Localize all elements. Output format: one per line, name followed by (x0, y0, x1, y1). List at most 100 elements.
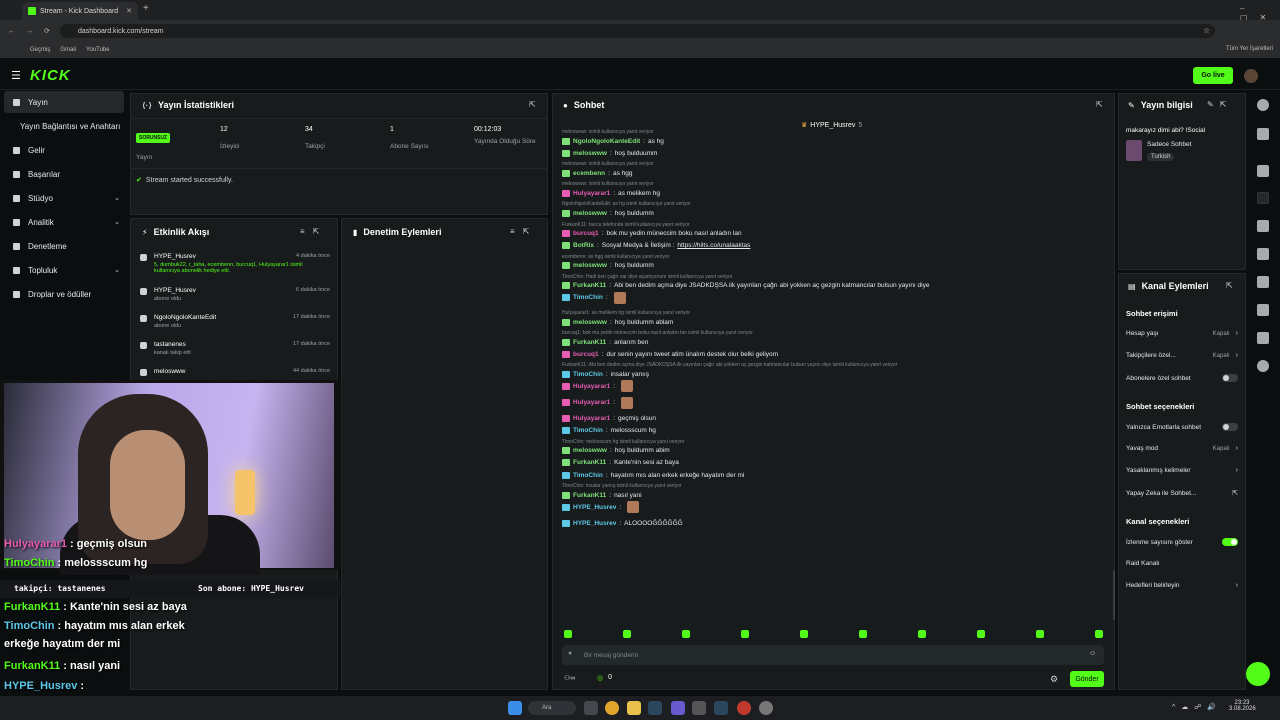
popout-icon[interactable]: ⇱ (529, 100, 536, 109)
document-icon[interactable] (1257, 304, 1269, 316)
chat-username[interactable]: BotRix (573, 242, 594, 249)
settings-icon[interactable] (759, 701, 773, 715)
bookmark-star-icon[interactable]: ☆ (1203, 26, 1210, 35)
new-tab-button[interactable]: + (143, 3, 149, 14)
move-icon[interactable] (1257, 165, 1269, 177)
bookmark-gmail[interactable]: Gmail (60, 47, 76, 53)
chat-users-icon[interactable]: ⚇∞ (564, 674, 575, 682)
emote-icon[interactable] (977, 630, 985, 638)
chat-username[interactable]: FurkanK11 (573, 282, 606, 289)
sidebar-item-stream-key[interactable]: Yayın Bağlantısı ve Anahtarı (4, 115, 124, 137)
emote-icon[interactable] (741, 630, 749, 638)
moderation-icon[interactable] (1257, 220, 1269, 232)
toggle-switch[interactable] (1222, 423, 1238, 431)
steam-icon[interactable] (714, 701, 728, 715)
emoji-icon[interactable]: ☺ (1089, 650, 1096, 657)
taskbar-search[interactable]: Ara (528, 701, 576, 715)
toggle-switch[interactable] (1222, 538, 1238, 546)
event-feed-actions[interactable]: ≡⇱ (300, 227, 327, 236)
channel-action-row[interactable]: Hedefleri belirleyin › (1126, 582, 1238, 589)
chat-username[interactable]: Hulyayarar1 (573, 383, 610, 390)
app-icon[interactable] (671, 701, 685, 715)
chat-scrollbar[interactable] (1113, 570, 1115, 620)
chat-username[interactable]: meloswww (573, 150, 607, 157)
sidebar-item-droplar[interactable]: Droplar ve ödüller (4, 283, 124, 305)
chat-icon[interactable] (1257, 248, 1269, 260)
menu-icon[interactable]: ☰ (11, 69, 21, 82)
chat-username[interactable]: TimoChin (573, 472, 603, 479)
chat-username[interactable]: FurkanK11 (573, 339, 606, 346)
chat-username[interactable]: burcuq1 (573, 351, 599, 358)
help-chat-icon[interactable] (1246, 662, 1270, 686)
channel-action-row[interactable]: Yapay Zeka ile Sohbet... ⇱ (1126, 489, 1238, 498)
sidebar-item-topluluk[interactable]: Topluluk ⌄ (4, 259, 124, 281)
chat-username[interactable]: FurkanK11 (573, 459, 606, 466)
sidebar-item-gelir[interactable]: Gelir (4, 139, 124, 161)
moderation-actions[interactable]: ≡⇱ (510, 227, 537, 236)
chat-username[interactable]: ecembenn (573, 170, 605, 177)
go-live-button[interactable]: Go live (1193, 67, 1233, 84)
channel-action-row[interactable]: Yavaş mod Kapalı › (1126, 445, 1238, 452)
sidebar-item-studyo[interactable]: Stüdyo ⌄ (4, 187, 124, 209)
chat-username[interactable]: Hulyayarar1 (573, 399, 610, 406)
channel-points[interactable]: ◎ 0 (597, 674, 612, 682)
browser-tab[interactable]: Stream - Kick Dashboard ✕ (22, 2, 138, 20)
chat-username[interactable]: TimoChin (573, 371, 603, 378)
toggle-switch[interactable] (1222, 374, 1238, 382)
chat-username[interactable]: TimoChin (573, 294, 603, 301)
obs-icon[interactable] (737, 701, 751, 715)
app-icon[interactable] (692, 701, 706, 715)
stream-info-actions[interactable]: ✎⇱ (1207, 100, 1232, 109)
emote-icon[interactable] (800, 630, 808, 638)
chat-link[interactable]: https://hilts.co/unalaaktas (677, 242, 750, 249)
all-bookmarks[interactable]: Tüm Yer İşaretleri (1226, 46, 1273, 52)
task-view-icon[interactable] (584, 701, 598, 715)
channel-action-row[interactable]: Abonelere özel sohbet (1126, 374, 1238, 382)
chat-username[interactable]: HYPE_Husrev (573, 520, 616, 527)
kick-logo[interactable]: KICK (30, 67, 71, 84)
popout-icon[interactable]: ⇱ (1096, 100, 1103, 109)
system-tray-icons[interactable]: ^☁☍🔊 (1172, 703, 1222, 711)
lightning-icon[interactable] (1257, 192, 1269, 204)
steam-icon[interactable] (648, 701, 662, 715)
channel-action-row[interactable]: Hesap yaşı Kapalı › (1126, 330, 1238, 337)
emote-icon[interactable] (564, 630, 572, 638)
url-field[interactable]: dashboard.kick.com/stream (60, 24, 1215, 38)
chat-username[interactable]: burcuq1 (573, 230, 599, 237)
channel-action-row[interactable]: Takipçilere özel... Kapalı › (1126, 352, 1238, 359)
gear-icon[interactable]: ⚙ (1050, 674, 1058, 685)
chat-username[interactable]: meloswww (573, 262, 607, 269)
file-explorer-icon[interactable] (627, 701, 641, 715)
channel-action-row[interactable]: Raid Kanalı (1126, 560, 1238, 567)
channel-action-row[interactable]: Yalnızca Emotlarla sohbet (1126, 423, 1238, 431)
apps-icon[interactable] (1257, 360, 1269, 372)
close-tab-icon[interactable]: ✕ (126, 7, 132, 15)
chat-username[interactable]: meloswww (573, 210, 607, 217)
emote-icon[interactable] (682, 630, 690, 638)
emote-icon[interactable] (623, 630, 631, 638)
avatar[interactable] (1244, 69, 1258, 83)
sidebar-item-denetleme[interactable]: Denetleme (4, 235, 124, 257)
start-icon[interactable] (508, 701, 522, 715)
wrench-icon[interactable] (1257, 332, 1269, 344)
emote-icon[interactable] (918, 630, 926, 638)
sidebar-item-analitik[interactable]: Analitik ⌄ (4, 211, 124, 233)
chrome-icon[interactable] (605, 701, 619, 715)
sidebar-item-basarilar[interactable]: Başarılar (4, 163, 124, 185)
sidebar-item-yayin[interactable]: Yayın (4, 91, 124, 113)
channel-action-row[interactable]: İzlenme sayısını göster (1126, 538, 1238, 546)
chat-input[interactable]: Bir mesaj gönderin (562, 645, 1104, 665)
emote-icon[interactable] (1095, 630, 1103, 638)
send-button[interactable]: Gönder (1070, 671, 1104, 687)
bookmark-youtube[interactable]: YouTube (86, 47, 110, 53)
chat-username[interactable]: meloswww (573, 447, 607, 454)
edit-icon[interactable] (1257, 128, 1269, 140)
chat-username[interactable]: HYPE_Husrev (573, 504, 616, 511)
chat-username[interactable]: FurkanK11 (573, 492, 606, 499)
chat-username[interactable]: Hulyayarar1 (573, 415, 610, 422)
chat-username[interactable]: NgoloNgoloKanteEdit (573, 138, 640, 145)
bookmark-history[interactable]: Geçmiş (30, 47, 50, 53)
pinned-gift-banner[interactable]: ♛ HYPE_Husrev 5 (801, 121, 862, 130)
nav-arrows-icon[interactable]: ←→⟳ (8, 27, 61, 35)
chat-username[interactable]: TimoChin (573, 427, 603, 434)
